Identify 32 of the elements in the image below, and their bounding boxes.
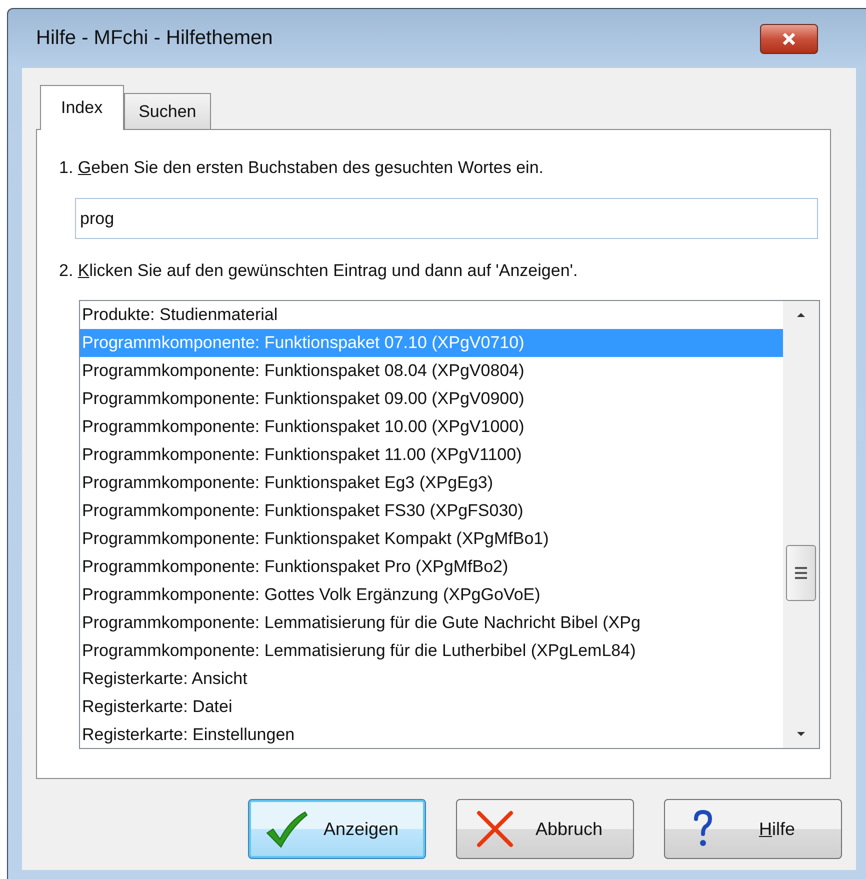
scrollbar[interactable] [783, 301, 819, 748]
down-arrow-icon[interactable] [795, 730, 807, 738]
close-button[interactable] [760, 24, 818, 54]
list-item[interactable]: Programmkomponente: Funktionspaket Pro (XPgMfBo2) [80, 553, 783, 581]
dialog-button[interactable]: Hilfe [664, 799, 842, 859]
list-item[interactable]: Produkte: Studienmaterial [80, 301, 783, 329]
list-item[interactable]: Programmkomponente: Gottes Volk Ergänzung (XPgGoVoE) [80, 581, 783, 609]
dialog-button[interactable]: Abbruch [456, 799, 634, 859]
list-item[interactable]: Programmkomponente: Lemmatisierung für die Gute Nachricht Bibel (XPg [80, 609, 783, 637]
dialog-button[interactable]: Anzeigen [248, 799, 426, 859]
window-title: Hilfe - MFchi - Hilfethemen [35, 27, 273, 50]
list-item[interactable]: Programmkomponente: Funktionspaket Kompakt (XPgMfBo1) [80, 525, 783, 553]
list-item[interactable]: Programmkomponente: Funktionspaket Eg3 (XPgEg3) [80, 469, 783, 497]
list-item[interactable]: Programmkomponente: Funktionspaket 08.04 (XPgV0804) [80, 357, 783, 385]
scrollbar-thumb[interactable] [786, 545, 816, 601]
search-field[interactable]: prog [75, 198, 818, 239]
checkmark-icon [265, 809, 309, 849]
list-item[interactable]: Programmkomponente: Lemmatisierung für die Lutherbibel (XPgLemL84) [80, 637, 783, 665]
cross-icon [475, 809, 515, 849]
instruction-text: 2. Klicken Sie auf den gewünschten Eintrag und dann auf 'Anzeigen'. [59, 261, 579, 282]
list-item[interactable]: Registerkarte: Einstellungen [80, 721, 783, 748]
list-item[interactable]: Programmkomponente: Funktionspaket 09.00 (XPgV0900) [80, 385, 783, 413]
tab[interactable]: Suchen [124, 93, 212, 129]
question-mark-icon [693, 810, 713, 848]
up-arrow-icon[interactable] [795, 311, 807, 319]
list-item[interactable]: Programmkomponente: Funktionspaket FS30 (XPgFS030) [80, 497, 783, 525]
tab[interactable]: Index [40, 85, 124, 130]
instruction-text: 1. Geben Sie den ersten Buchstaben des gesuchten Wortes ein. [59, 158, 545, 179]
list-item[interactable]: Programmkomponente: Funktionspaket 10.00 (XPgV1000) [80, 413, 783, 441]
list-item[interactable]: Registerkarte: Datei [80, 693, 783, 721]
list-item[interactable]: Programmkomponente: Funktionspaket 11.00 (XPgV1100) [80, 441, 783, 469]
list-item[interactable]: Registerkarte: Ansicht [80, 665, 783, 693]
